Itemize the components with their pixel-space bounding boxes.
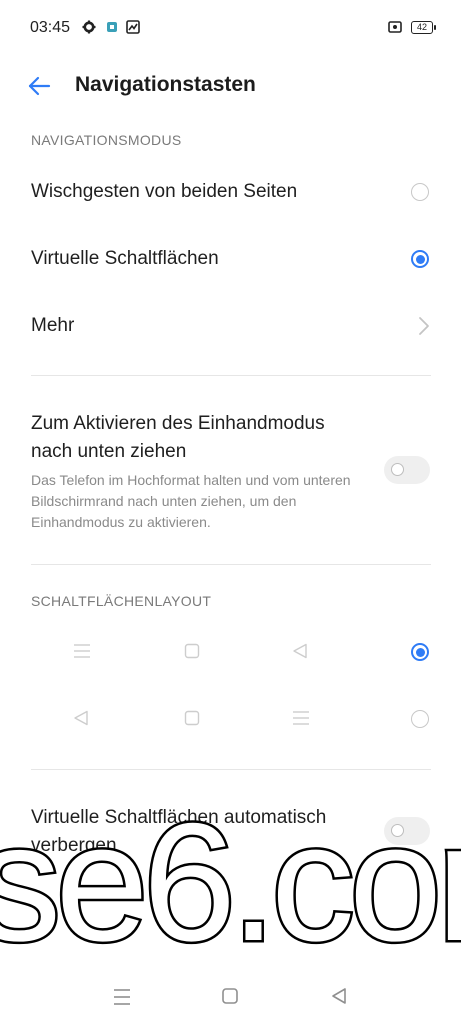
radio-layout-2[interactable] (411, 710, 429, 728)
one-hand-mode-toggle[interactable] (384, 456, 430, 484)
gallery-icon (126, 20, 140, 34)
section-header-navigation-mode: NAVIGATIONSMODUS (31, 132, 182, 148)
watermark-text: bse6.com (0, 790, 461, 965)
divider (31, 769, 431, 770)
section-header-button-layout: SCHALTFLÄCHENLAYOUT (31, 593, 212, 609)
home-square-icon (184, 643, 200, 659)
nav-option-label: Virtuelle Schaltflächen (31, 248, 219, 269)
status-time: 03:45 (30, 19, 71, 36)
app-notification-icon (107, 22, 117, 32)
radio-virtual-buttons[interactable] (411, 250, 429, 268)
radio-layout-1[interactable] (411, 643, 429, 661)
layout-option-2[interactable] (0, 697, 461, 741)
system-nav-bar (0, 975, 461, 1024)
nav-option-virtual-buttons[interactable]: Virtuelle Schaltflächen (0, 235, 461, 283)
screen-record-icon (388, 21, 402, 33)
chevron-right-icon (419, 317, 429, 335)
home-icon[interactable] (221, 987, 239, 1005)
nav-option-label: Wischgesten von beiden Seiten (31, 181, 298, 202)
page-title: Navigationstasten (75, 73, 256, 96)
menu-icon (74, 644, 90, 658)
radio-gestures[interactable] (411, 183, 429, 201)
divider (31, 564, 431, 565)
back-icon[interactable] (330, 987, 348, 1005)
watermark: bse6.com (0, 790, 461, 965)
layout-option-1[interactable] (0, 630, 461, 674)
home-square-icon (184, 710, 200, 726)
recents-menu-icon[interactable] (112, 988, 132, 1006)
back-triangle-icon (293, 643, 307, 659)
menu-icon (293, 711, 309, 725)
back-triangle-icon (74, 710, 88, 726)
back-arrow-icon[interactable] (26, 72, 54, 100)
one-hand-mode-description: Das Telefon im Hochformat halten und vom… (31, 472, 351, 530)
more-label: Mehr (31, 315, 75, 336)
battery-icon: 42 (411, 21, 436, 34)
nav-option-gestures[interactable]: Wischgesten von beiden Seiten (0, 168, 461, 216)
divider (31, 375, 431, 376)
gear-icon (82, 20, 96, 34)
one-hand-mode-title: Zum Aktivieren des Einhandmodus nach unt… (31, 413, 325, 462)
status-bar: 03:45 42 (0, 0, 461, 56)
more-row[interactable]: Mehr (0, 302, 461, 350)
